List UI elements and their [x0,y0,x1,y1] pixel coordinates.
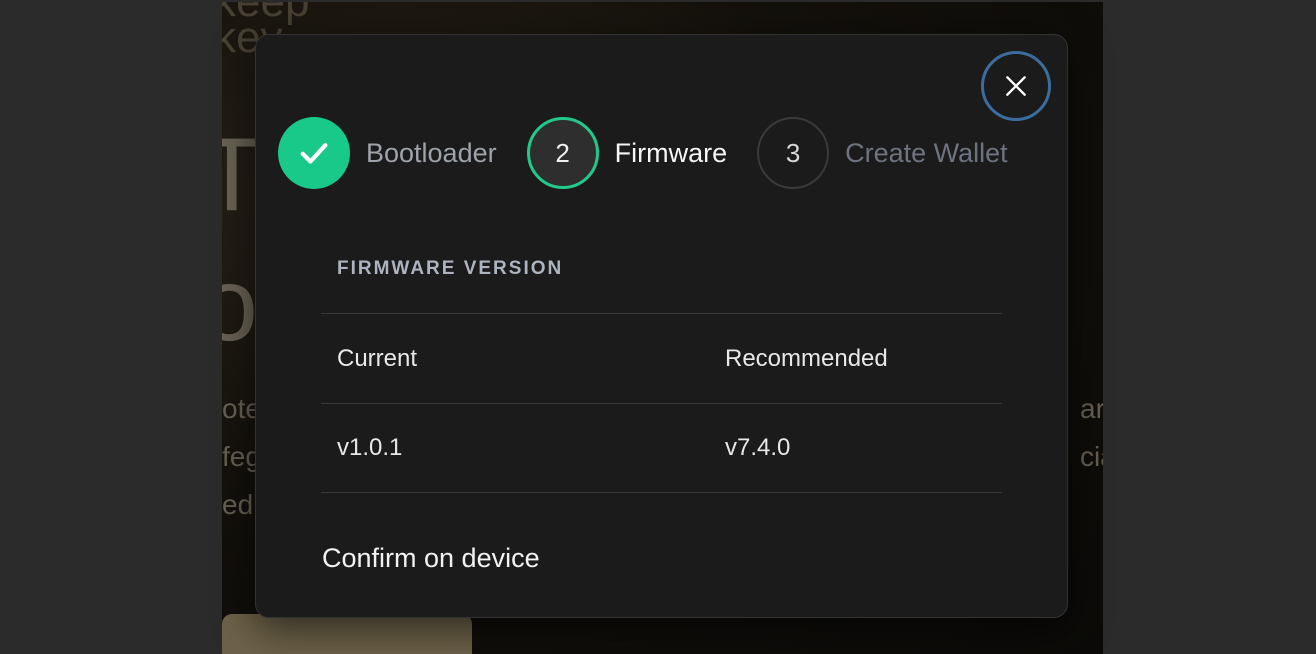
header-recommended: Recommended [725,344,888,372]
firmware-version-heading: FIRMWARE VERSION [337,258,564,279]
check-icon [300,143,328,164]
table-header-row: Current Recommended [321,313,1002,403]
step-create-wallet-circle: 3 [757,117,830,189]
step-firmware-label: Firmware [614,137,728,168]
background-paragraph-right: ar cia [1080,393,1103,472]
recommended-version-value: v7.4.0 [725,434,791,461]
background-buy-button [222,614,472,654]
current-version-value: v1.0.1 [337,434,403,461]
confirm-on-device-text: Confirm on device [322,543,540,573]
step-create-wallet: 3 Create Wallet [757,117,1008,189]
firmware-version-table: Current Recommended v1.0.1 v7.4.0 [321,313,1002,493]
header-current: Current [337,344,418,372]
step-bootloader-label: Bootloader [366,137,497,168]
step-bootloader-circle [278,117,350,189]
close-icon [1006,76,1026,96]
close-button[interactable] [981,51,1051,121]
step-bootloader: Bootloader [278,117,497,189]
step-create-wallet-label: Create Wallet [845,137,1008,168]
step-firmware-circle: 2 [526,117,599,189]
table-row: v1.0.1 v7.4.0 [321,403,1002,493]
step-firmware: 2 Firmware [526,117,728,189]
setup-stepper: Bootloader 2 Firmware 3 Create Wallet [278,117,1038,189]
firmware-update-modal: Bootloader 2 Firmware 3 Create Wallet FI… [255,34,1068,618]
